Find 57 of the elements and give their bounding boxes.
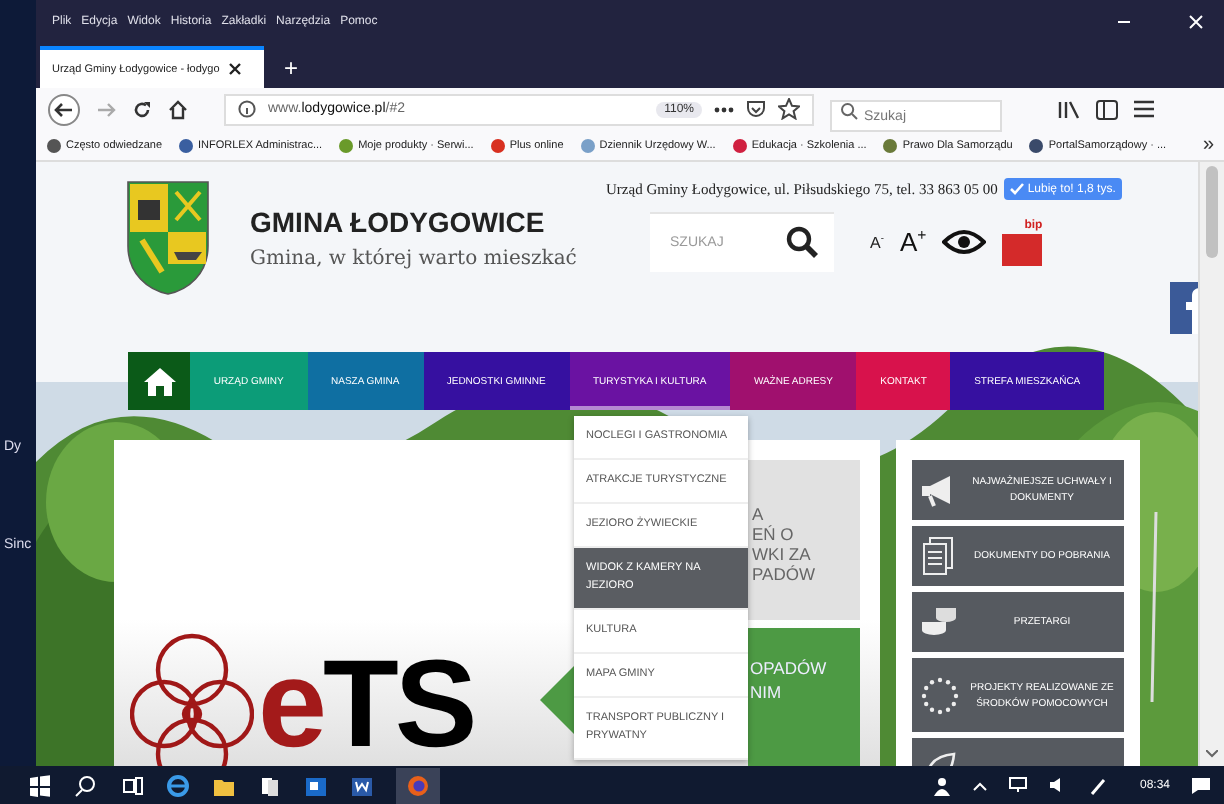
bookmark-favicon-icon xyxy=(579,137,596,154)
news-tile[interactable]: A EŃ O WKI ZA PADÓW xyxy=(748,460,860,620)
search-icon[interactable] xyxy=(74,773,98,797)
site-tagline: Gmina, w której warto mieszkać xyxy=(250,248,579,270)
check-icon xyxy=(1009,182,1024,196)
monitor-icon[interactable] xyxy=(1007,776,1028,794)
tile-text: WKI ZA xyxy=(752,544,813,564)
site-title[interactable]: GMINA ŁODYGOWICE xyxy=(250,206,590,238)
document-app-icon[interactable] xyxy=(350,773,374,797)
bookmark-favicon-icon xyxy=(1028,137,1045,154)
more-bookmarks-button[interactable]: » xyxy=(1202,134,1214,157)
scrollbar[interactable] xyxy=(1198,162,1224,766)
bookmark-favicon-icon xyxy=(882,137,899,154)
pocket-icon[interactable] xyxy=(746,99,766,120)
more-icon[interactable] xyxy=(714,105,734,114)
reload-icon[interactable] xyxy=(132,99,152,120)
tile-text: EŃ O xyxy=(752,524,796,544)
search-icon xyxy=(840,101,858,120)
info-icon xyxy=(238,100,256,119)
facebook-icon[interactable] xyxy=(1170,282,1199,334)
sidebar-icon[interactable] xyxy=(1096,99,1118,120)
home-icon[interactable] xyxy=(168,99,188,120)
cards-icon[interactable] xyxy=(258,773,282,797)
chevron-up-icon[interactable] xyxy=(971,779,988,791)
internet-explorer-icon[interactable] xyxy=(166,773,190,797)
back-icon[interactable] xyxy=(48,93,80,126)
bookmark-favicon-icon xyxy=(178,137,195,154)
close-icon[interactable] xyxy=(227,62,242,77)
tile-text: A xyxy=(752,504,766,524)
new-tab-button[interactable]: + xyxy=(264,54,299,89)
task-view-icon[interactable] xyxy=(120,773,144,797)
notifications-icon[interactable] xyxy=(1190,775,1212,795)
pen-icon[interactable] xyxy=(1087,775,1108,795)
scrollbar-thumb[interactable] xyxy=(1206,166,1218,258)
windows-icon[interactable] xyxy=(28,773,52,797)
bookmark-favicon-icon xyxy=(489,137,506,154)
tile-text: NIM xyxy=(750,680,784,704)
increase-font-button[interactable]: A$^{+}$ xyxy=(899,226,927,258)
menu-icon[interactable] xyxy=(1134,100,1154,119)
bookmark-favicon-icon xyxy=(338,137,355,154)
bookmark-favicon-icon xyxy=(731,137,748,154)
scroll-down-icon[interactable] xyxy=(1206,750,1219,758)
mail-app-icon[interactable] xyxy=(304,773,328,797)
coat-of-arms-icon xyxy=(126,180,210,296)
rings-icon xyxy=(130,630,254,766)
star-icon[interactable] xyxy=(778,98,800,121)
browser-app-icon[interactable] xyxy=(406,773,430,797)
person-icon[interactable] xyxy=(931,775,952,795)
home-icon xyxy=(143,367,175,396)
eye-icon[interactable] xyxy=(942,230,987,254)
home-button[interactable] xyxy=(128,352,190,410)
star-ring-icon xyxy=(920,675,960,715)
brand-logo: eTS xyxy=(258,646,474,766)
tile-text: PADÓW xyxy=(752,564,817,584)
tile-text: OPADÓW xyxy=(750,656,829,680)
search-button-icon[interactable] xyxy=(786,226,818,258)
library-icon[interactable] xyxy=(1058,99,1080,120)
